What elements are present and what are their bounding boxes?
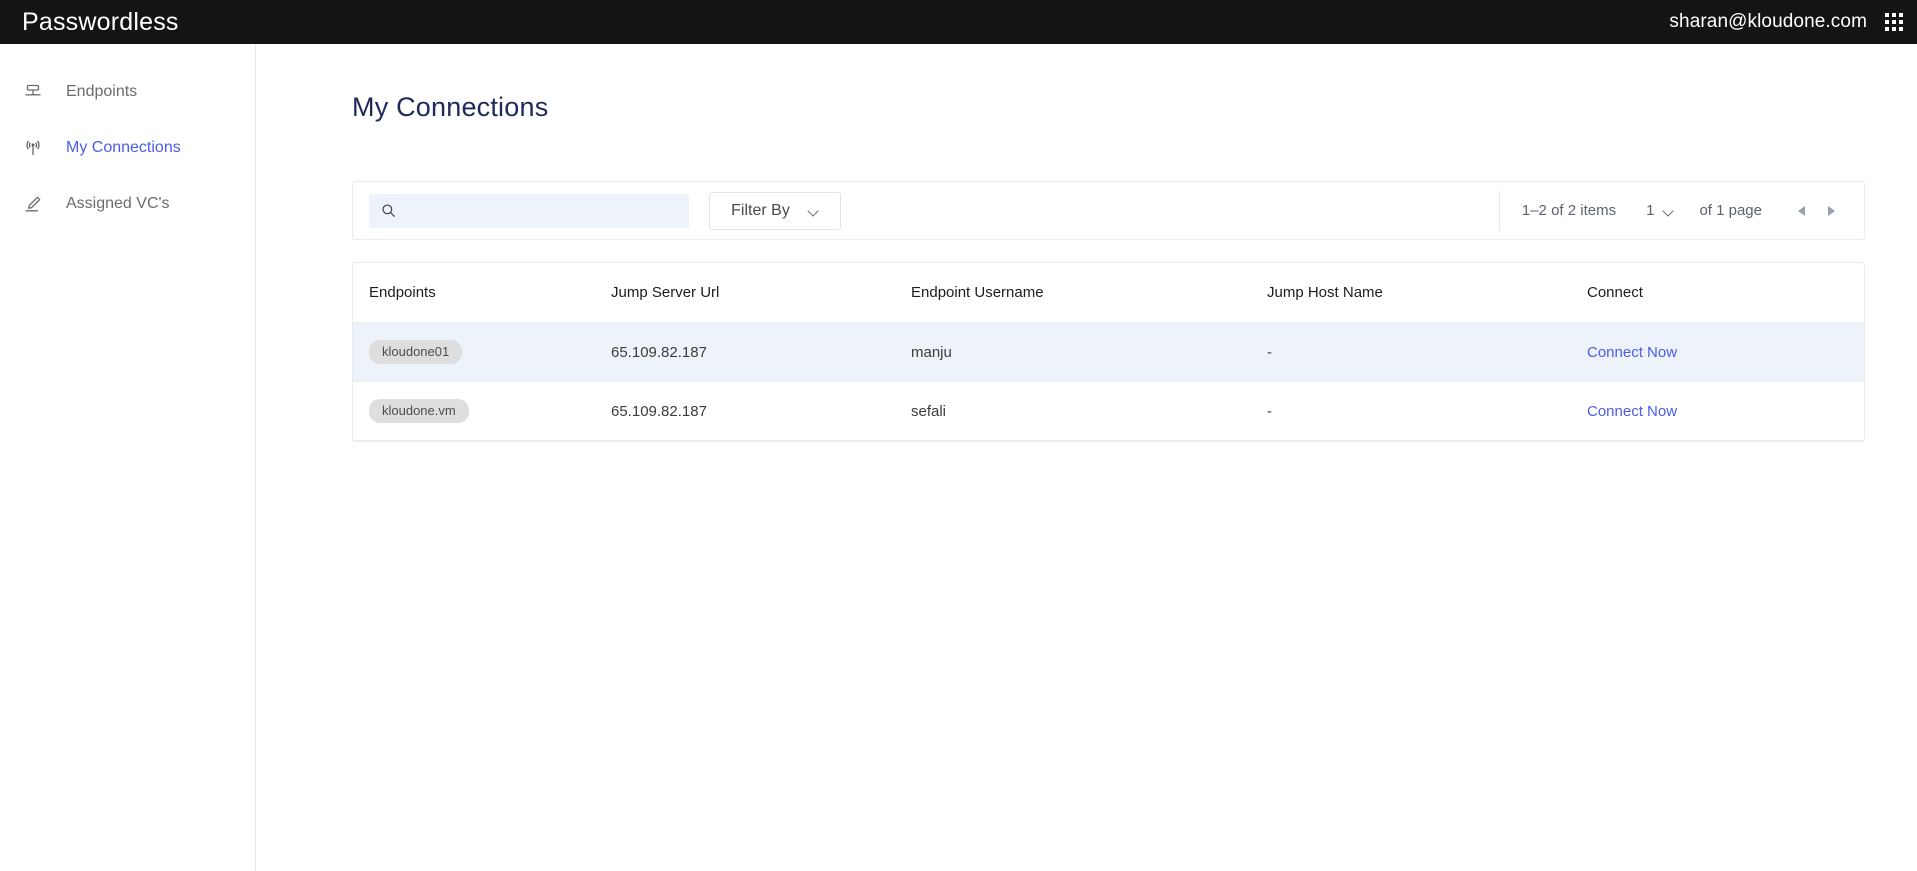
connections-table: Endpoints Jump Server Url Endpoint Usern… (353, 263, 1864, 441)
column-header-jump-host-name: Jump Host Name (1267, 263, 1587, 323)
table-header: Endpoints Jump Server Url Endpoint Usern… (353, 263, 1864, 323)
caret-right-icon (1827, 205, 1835, 216)
signature-pen-icon (22, 193, 44, 215)
table-row[interactable]: kloudone.vm 65.109.82.187 sefali - Conne… (353, 381, 1864, 441)
search-box[interactable] (369, 193, 689, 228)
connect-now-link[interactable]: Connect Now (1587, 403, 1677, 420)
sidebar-item-assigned-vcs[interactable]: Assigned VC's (0, 182, 255, 226)
sidebar-item-label: Endpoints (66, 83, 138, 100)
app-brand-title: Passwordless (22, 7, 179, 36)
cell-endpoint: kloudone.vm (353, 381, 611, 441)
search-input[interactable] (406, 193, 677, 228)
sidebar-nav: Endpoints My Connections Assigned VC's (0, 44, 256, 871)
filter-by-label: Filter By (731, 201, 790, 219)
page-number-value: 1 (1646, 202, 1655, 219)
cell-jump-server-url: 65.109.82.187 (611, 381, 911, 441)
cell-jump-server-url: 65.109.82.187 (611, 322, 911, 382)
search-icon (381, 203, 396, 218)
sidebar-item-endpoints[interactable]: Endpoints (0, 70, 255, 114)
sidebar-item-label: Assigned VC's (66, 195, 170, 212)
cell-connect: Connect Now (1587, 322, 1864, 382)
endpoint-badge: kloudone.vm (369, 399, 469, 423)
caret-left-icon (1797, 205, 1805, 216)
chevron-down-icon (808, 207, 819, 214)
connect-now-link[interactable]: Connect Now (1587, 344, 1677, 361)
sidebar-item-my-connections[interactable]: My Connections (0, 126, 255, 170)
table-row[interactable]: kloudone01 65.109.82.187 manju - Connect… (353, 322, 1864, 382)
server-icon (22, 81, 44, 103)
cell-connect: Connect Now (1587, 381, 1864, 441)
pagination-next-button[interactable] (1816, 198, 1846, 224)
sidebar-item-label: My Connections (66, 139, 181, 156)
table-body: kloudone01 65.109.82.187 manju - Connect… (353, 322, 1864, 441)
user-email-label[interactable]: sharan@kloudone.com (1669, 11, 1867, 33)
cell-jump-host-name: - (1267, 322, 1587, 382)
column-header-endpoints: Endpoints (353, 263, 611, 323)
pagination: 1–2 of 2 items 1 of 1 page (1498, 190, 1846, 231)
top-bar-right-group: sharan@kloudone.com (1669, 11, 1903, 33)
page-title: My Connections (352, 92, 549, 122)
connections-table-panel: Endpoints Jump Server Url Endpoint Usern… (352, 262, 1865, 442)
cell-jump-host-name: - (1267, 381, 1587, 441)
antenna-broadcast-icon (22, 137, 44, 159)
column-header-jump-server-url: Jump Server Url (611, 263, 911, 323)
grid-apps-icon[interactable] (1885, 13, 1903, 31)
endpoint-badge: kloudone01 (369, 340, 463, 364)
cell-endpoint: kloudone01 (353, 322, 611, 382)
column-header-connect: Connect (1587, 263, 1864, 323)
cell-endpoint-username: sefali (911, 381, 1267, 441)
page-number-select[interactable]: 1 (1646, 202, 1674, 219)
top-bar: Passwordless sharan@kloudone.com (0, 0, 1917, 44)
main-content: My Connections Filter By 1–2 of 2 items (256, 44, 1917, 871)
toolbar-panel: Filter By 1–2 of 2 items 1 of 1 page (352, 181, 1865, 240)
pagination-page-total: of 1 page (1699, 202, 1762, 219)
column-header-endpoint-username: Endpoint Username (911, 263, 1267, 323)
pagination-prev-button[interactable] (1786, 198, 1816, 224)
table-header-row: Endpoints Jump Server Url Endpoint Usern… (353, 263, 1864, 323)
app-shell: Endpoints My Connections Assigned VC's M… (0, 44, 1917, 871)
cell-endpoint-username: manju (911, 322, 1267, 382)
filter-by-dropdown[interactable]: Filter By (709, 191, 841, 230)
pagination-items-range: 1–2 of 2 items (1521, 202, 1617, 219)
chevron-down-icon (1663, 207, 1674, 214)
